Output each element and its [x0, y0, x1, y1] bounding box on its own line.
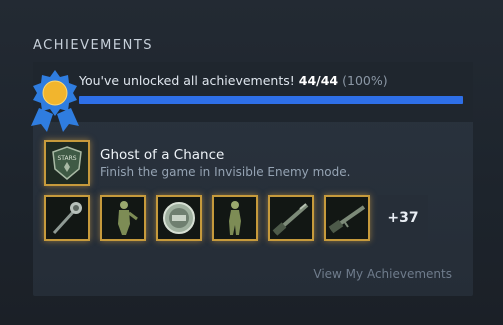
woman-figure-icon[interactable]: [212, 195, 258, 241]
view-my-achievements-link[interactable]: View My Achievements: [313, 267, 452, 281]
figure-icon[interactable]: [100, 195, 146, 241]
coin-medal-icon[interactable]: [156, 195, 202, 241]
progress-bar: [79, 96, 463, 104]
achievement-description: Finish the game in Invisible Enemy mode.: [100, 165, 351, 179]
achievements-panel: You've unlocked all achievements! 44/44 …: [33, 62, 473, 296]
more-achievements-count[interactable]: +37: [378, 195, 428, 241]
rosette-medal-icon: [27, 68, 83, 134]
summary-message: You've unlocked all achievements!: [79, 73, 295, 88]
svg-text:STARS: STARS: [57, 155, 76, 162]
achievement-name: Ghost of a Chance: [100, 147, 225, 163]
summary-percent: (100%): [342, 73, 388, 88]
progress-fill: [79, 96, 463, 104]
summary-text: You've unlocked all achievements! 44/44 …: [79, 73, 388, 88]
rifle-icon[interactable]: [324, 195, 370, 241]
mace-icon[interactable]: [44, 195, 90, 241]
stars-emblem-icon[interactable]: STARS: [44, 140, 90, 186]
section-title: ACHIEVEMENTS: [33, 38, 154, 53]
summary-bar: You've unlocked all achievements! 44/44 …: [33, 62, 473, 122]
summary-count: 44/44: [298, 73, 339, 88]
shotgun-icon[interactable]: [268, 195, 314, 241]
